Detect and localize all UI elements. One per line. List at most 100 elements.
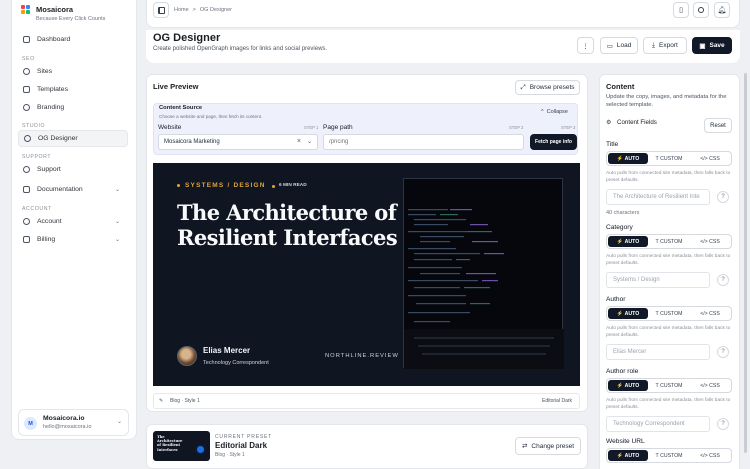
field-label: Author — [606, 296, 626, 303]
scrollbar[interactable] — [744, 73, 747, 453]
field-input[interactable]: Technology Correspondent — [606, 416, 710, 432]
field-input[interactable]: Systems / Design — [606, 272, 710, 288]
current-preset-name: Editorial Dark — [215, 441, 268, 450]
mode-custom-button[interactable]: T CUSTOM — [648, 153, 690, 164]
field-input[interactable]: Elias Mercer — [606, 344, 710, 360]
info-icon[interactable]: ? — [717, 274, 729, 286]
page-path-input[interactable] — [323, 134, 524, 150]
download-icon: ⤓ — [652, 41, 656, 49]
sidebar-item-og-designer[interactable]: OG Designer — [18, 130, 128, 147]
content-source-subtitle: Choose a website and page, then fetch it… — [159, 114, 263, 119]
mode-custom-button[interactable]: T CUSTOM — [648, 308, 690, 319]
change-preset-button[interactable]: ⇄ Change preset — [515, 437, 581, 455]
mode-css-button[interactable]: </> CSS — [690, 450, 730, 461]
sidebar-item-branding[interactable]: Branding — [18, 99, 128, 116]
mode-custom-button[interactable]: T CUSTOM — [648, 236, 690, 247]
save-label: Save — [709, 42, 725, 49]
section-label-support: SUPPORT — [22, 154, 52, 160]
og-hero-image — [403, 178, 564, 369]
mode-custom-label: CUSTOM — [660, 452, 683, 459]
preset-thumbnail[interactable]: The Architecture of Resilient Interfaces — [153, 431, 210, 461]
mode-auto-button[interactable]: ⚡ AUTO — [608, 380, 648, 391]
field-label: Author role — [606, 368, 639, 375]
bell-icon: 🔔︎ — [717, 7, 727, 14]
chevron-down-icon: ⌄ — [306, 139, 312, 145]
search-icon — [698, 7, 704, 13]
chevron-down-icon: ⌄ — [114, 219, 120, 225]
clear-icon[interactable]: × — [297, 138, 301, 145]
chevron-down-icon: ⌄ — [116, 419, 122, 425]
reset-button[interactable]: Reset — [704, 118, 732, 133]
mode-custom-label: CUSTOM — [660, 382, 683, 389]
sidebar-item-dashboard[interactable]: Dashboard — [18, 31, 128, 48]
chevron-down-icon: ⌄ — [114, 187, 120, 193]
search-button[interactable] — [693, 2, 709, 18]
sidebar-item-account[interactable]: Account ⌄ — [18, 213, 128, 230]
mode-auto-button[interactable]: ⚡ AUTO — [608, 236, 648, 247]
section-label-seo: SEO — [22, 56, 35, 62]
mode-toggle: ⚡ AUTO T CUSTOM </> CSS — [606, 234, 732, 249]
info-icon[interactable]: ? — [717, 191, 729, 203]
field-input[interactable]: The Architecture of Resilient Inte — [606, 189, 710, 205]
sidebar-toggle-button[interactable] — [153, 2, 169, 18]
brand-tagline: Because Every Click Counts — [36, 16, 106, 22]
page-subtitle: Create polished OpenGraph images for lin… — [153, 46, 328, 52]
browse-presets-button[interactable]: ⤢ Browse presets — [515, 80, 580, 95]
sidebar-item-label: Documentation — [37, 186, 83, 193]
notifications-button[interactable]: 🔔︎ — [714, 2, 730, 18]
sidebar-item-label: Billing — [37, 236, 56, 243]
section-label-studio: STUDIO — [22, 123, 46, 129]
sidebar-item-sites[interactable]: Sites — [18, 63, 128, 80]
more-options-button[interactable]: ⋮ — [577, 37, 594, 54]
export-label: Export — [659, 42, 678, 49]
preview-footer-style: Blog · Style 1 — [170, 398, 200, 404]
content-source-title: Content Source — [159, 105, 203, 111]
step-2-label: STEP 2 — [509, 125, 524, 130]
user-menu[interactable]: M Mosaicora.io hello@mosaicora.io ⌄ — [18, 409, 129, 436]
mode-auto-label: AUTO — [624, 452, 640, 459]
sidebar-item-support[interactable]: Support — [18, 161, 128, 178]
load-button[interactable]: ▭ Load — [600, 37, 638, 54]
field-label: Title — [606, 141, 619, 148]
sidebar-item-billing[interactable]: Billing ⌄ — [18, 231, 128, 248]
book-open-icon: ▯ — [679, 7, 683, 14]
sidebar-item-templates[interactable]: Templates — [18, 81, 128, 98]
export-button[interactable]: ⤓ Export — [643, 37, 687, 54]
mode-auto-button[interactable]: ⚡ AUTO — [608, 450, 648, 461]
mode-css-button[interactable]: </> CSS — [690, 380, 730, 391]
field-help-text: Auto pulls from connected site metadata,… — [606, 254, 731, 266]
collapse-button[interactable]: ^ Collapse — [541, 109, 568, 115]
mode-custom-button[interactable]: T CUSTOM — [648, 380, 690, 391]
mode-auto-button[interactable]: ⚡ AUTO — [608, 308, 648, 319]
mode-toggle: ⚡ AUTO T CUSTOM </> CSS — [606, 151, 732, 166]
save-button[interactable]: ▣ Save — [692, 37, 732, 54]
dashboard-icon — [23, 36, 30, 43]
preview-footer-preset: Editorial Dark — [542, 398, 573, 404]
website-select[interactable]: Mosaicora Marketing × ⌄ — [158, 134, 318, 150]
og-author-role: Technology Correspondent — [203, 360, 269, 366]
page-path-label: Page path — [323, 124, 353, 131]
info-icon[interactable]: ? — [717, 418, 729, 430]
pen-icon: ✎ — [159, 398, 164, 404]
mode-custom-button[interactable]: T CUSTOM — [648, 450, 690, 461]
breadcrumb-home[interactable]: Home — [174, 7, 189, 13]
fetch-page-info-button[interactable]: Fetch page info — [530, 134, 577, 150]
info-icon[interactable]: ? — [717, 346, 729, 358]
og-site-name: NORTHLINE.REVIEW — [325, 353, 399, 359]
mode-custom-label: CUSTOM — [660, 238, 683, 245]
og-headline-line-2: Resilient Interfaces — [177, 225, 398, 250]
og-headline-line-1: The Architecture of — [177, 200, 397, 225]
avatar: M — [24, 417, 37, 430]
code-screen-graphic — [404, 209, 564, 369]
mode-auto-button[interactable]: ⚡ AUTO — [608, 153, 648, 164]
og-kicker: SYSTEMS / DESIGN — [185, 182, 266, 189]
sidebar-item-documentation[interactable]: Documentation ⌄ — [18, 181, 128, 198]
preset-thumbnail-badge-icon — [195, 444, 206, 455]
docs-button[interactable]: ▯ — [673, 2, 689, 18]
field-help-text: Auto pulls from connected site metadata,… — [606, 398, 731, 410]
mode-css-button[interactable]: </> CSS — [690, 153, 730, 164]
mode-toggle: ⚡ AUTO T CUSTOM </> CSS — [606, 306, 732, 321]
kicker-dot-icon — [177, 184, 180, 187]
mode-css-button[interactable]: </> CSS — [690, 236, 730, 247]
mode-css-button[interactable]: </> CSS — [690, 308, 730, 319]
